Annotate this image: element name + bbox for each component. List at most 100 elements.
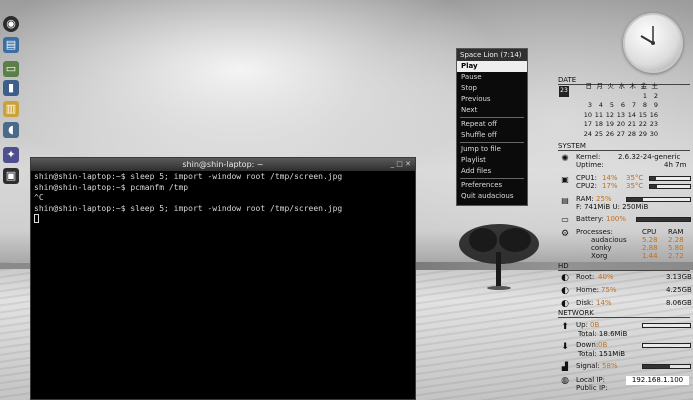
calendar-week: 12 — [581, 92, 658, 102]
signal-bar — [642, 364, 691, 369]
drive-icon[interactable]: ▭ — [3, 61, 19, 77]
network-header: NETWORK — [558, 309, 594, 317]
divider — [558, 270, 690, 271]
gears-icon: ⚙ — [560, 229, 570, 239]
calendar-day: 23 — [649, 120, 658, 128]
audacious-context-menu[interactable]: Space Lion (7:14) Play Pause Stop Previo… — [456, 48, 528, 206]
battery-label: Battery: — [576, 215, 604, 223]
calendar-day: 22 — [638, 120, 647, 128]
battery-icon: ▭ — [561, 215, 569, 224]
down-value: 0B — [598, 341, 608, 349]
left-dock: ◉ ▤ ▭ ▮ ▥ ◖ ✦ ▣ — [0, 0, 22, 400]
calendar-day — [625, 92, 636, 102]
menu-item-previous[interactable]: Previous — [457, 94, 527, 105]
uptime-value: 4h 7m — [664, 161, 687, 169]
ram-detail: F: 741MiB U: 250MiB — [576, 203, 649, 211]
calendar-day: 3 — [587, 101, 592, 109]
menu-item-quit[interactable]: Quit audacious — [457, 191, 527, 202]
window-controls[interactable]: _ □ ✕ — [391, 158, 411, 171]
terminal-cursor — [34, 214, 39, 223]
process-cpu: 1.44 — [642, 252, 658, 260]
up-value: 0B — [590, 321, 600, 329]
ram-label: RAM: — [576, 195, 594, 203]
terminal-output[interactable]: shin@shin-laptop:~$ sleep 5; import -win… — [31, 171, 415, 226]
terminal-titlebar[interactable]: shin@shin-laptop: ~ _ □ ✕ — [31, 158, 415, 171]
menu-item-repeat[interactable]: Repeat off — [457, 119, 527, 130]
processes-label: Processes: — [576, 228, 613, 236]
calendar: 日月火水木金土 1 2 3 4 5 6 7 8 9 10 11 12 13 14 15 16 17 18 19 20 2… — [581, 82, 658, 139]
calendar-weekdays: 日月火水木金土 — [581, 82, 659, 92]
analog-clock — [623, 13, 683, 73]
home-value: 75% — [601, 286, 617, 294]
cpu2-label: CPU2: — [576, 182, 598, 190]
disk-value: 14% — [596, 299, 612, 307]
calendar-week: 3456789 — [581, 101, 658, 111]
menu-separator — [460, 142, 524, 143]
terminal-window[interactable]: shin@shin-laptop: ~ _ □ ✕ shin@shin-lapt… — [30, 157, 416, 400]
weekday: 火 — [607, 82, 615, 90]
weekday: 木 — [629, 82, 637, 90]
menu-item-preferences[interactable]: Preferences — [457, 180, 527, 191]
calendar-day: 29 — [638, 129, 647, 138]
menu-item-next[interactable]: Next — [457, 105, 527, 116]
root-label: Root: — [576, 273, 595, 281]
calendar-day: 16 — [649, 110, 658, 119]
ram-value: 25% — [596, 195, 612, 203]
monitor-icon[interactable]: ▣ — [3, 168, 19, 184]
menu-item-pause[interactable]: Pause — [457, 72, 527, 83]
calendar-day: 26 — [605, 129, 614, 138]
cpu2-temp: 35°C — [626, 182, 644, 190]
calendar-day — [581, 92, 592, 102]
date-header: DATE — [558, 76, 577, 84]
weekday: 金 — [640, 82, 648, 90]
notes-icon[interactable]: ▥ — [3, 101, 19, 117]
calendar-day: 4 — [598, 101, 603, 109]
calendar-day: 27 — [616, 129, 625, 138]
process-ram: 2.72 — [668, 252, 684, 260]
menu-separator — [460, 178, 524, 179]
weekday: 月 — [596, 82, 604, 90]
divider — [558, 150, 690, 151]
calendar-day: 10 — [583, 110, 592, 119]
menu-item-playlist[interactable]: Playlist — [457, 155, 527, 166]
menu-item-play[interactable]: Play — [457, 61, 527, 72]
launcher-icon[interactable]: ◉ — [3, 16, 19, 32]
terminal-line: shin@shin-laptop:~$ sleep 5; import -win… — [34, 203, 343, 213]
menu-item-jump[interactable]: Jump to file — [457, 144, 527, 155]
calendar-day: 24 — [583, 129, 592, 138]
volume-icon[interactable]: ◖ — [3, 122, 19, 138]
menu-item-add-files[interactable]: Add files — [457, 166, 527, 177]
file-manager-icon[interactable]: ▤ — [3, 37, 19, 53]
upload-arrow-icon: ⬆ — [561, 322, 569, 332]
signal-icon[interactable]: ▮ — [3, 80, 19, 96]
cpu1-value: 14% — [602, 174, 618, 182]
uptime-label: Uptime: — [576, 161, 604, 169]
disk-label: Disk: — [576, 299, 594, 307]
cpu1-label: CPU1: — [576, 174, 598, 182]
calendar-week: 24 25 26 27 28 29 30 — [581, 130, 658, 140]
clock-face-icon — [640, 26, 655, 45]
calendar-day: 20 — [616, 120, 625, 128]
lone-tree-image — [459, 224, 539, 290]
terminal-line: shin@shin-laptop:~$ sleep 5; import -win… — [34, 172, 343, 181]
calendar-day: 8 — [642, 101, 647, 109]
download-bar — [642, 343, 691, 348]
calendar-day: 7 — [631, 101, 636, 109]
disk-pie-icon: ◐ — [561, 299, 569, 309]
calendar-week: 10 11 12 13 14 15 16 — [581, 111, 658, 121]
process-ram: 5.80 — [668, 244, 684, 252]
terminal-line: ^C — [34, 193, 44, 202]
calendar-icon: 23 — [559, 86, 569, 97]
kernel-value: 2.6.32-24-generic — [618, 153, 681, 161]
menu-item-shuffle[interactable]: Shuffle off — [457, 130, 527, 141]
calendar-day: 2 — [653, 91, 658, 100]
app-icon[interactable]: ✦ — [3, 147, 19, 163]
root-size: 3.13GB — [666, 273, 692, 281]
calendar-day: 6 — [620, 101, 625, 109]
public-ip-label: Public IP: — [576, 384, 608, 392]
calendar-day — [614, 92, 625, 102]
conky-monitor: DATE 23 日月火水木金土 1 2 3 4 5 6 7 8 9 10 11 12 13 14 15 16 1… — [556, 74, 693, 400]
calendar-day: 25 — [594, 129, 603, 138]
menu-item-stop[interactable]: Stop — [457, 83, 527, 94]
process-name: Xorg — [591, 252, 608, 260]
